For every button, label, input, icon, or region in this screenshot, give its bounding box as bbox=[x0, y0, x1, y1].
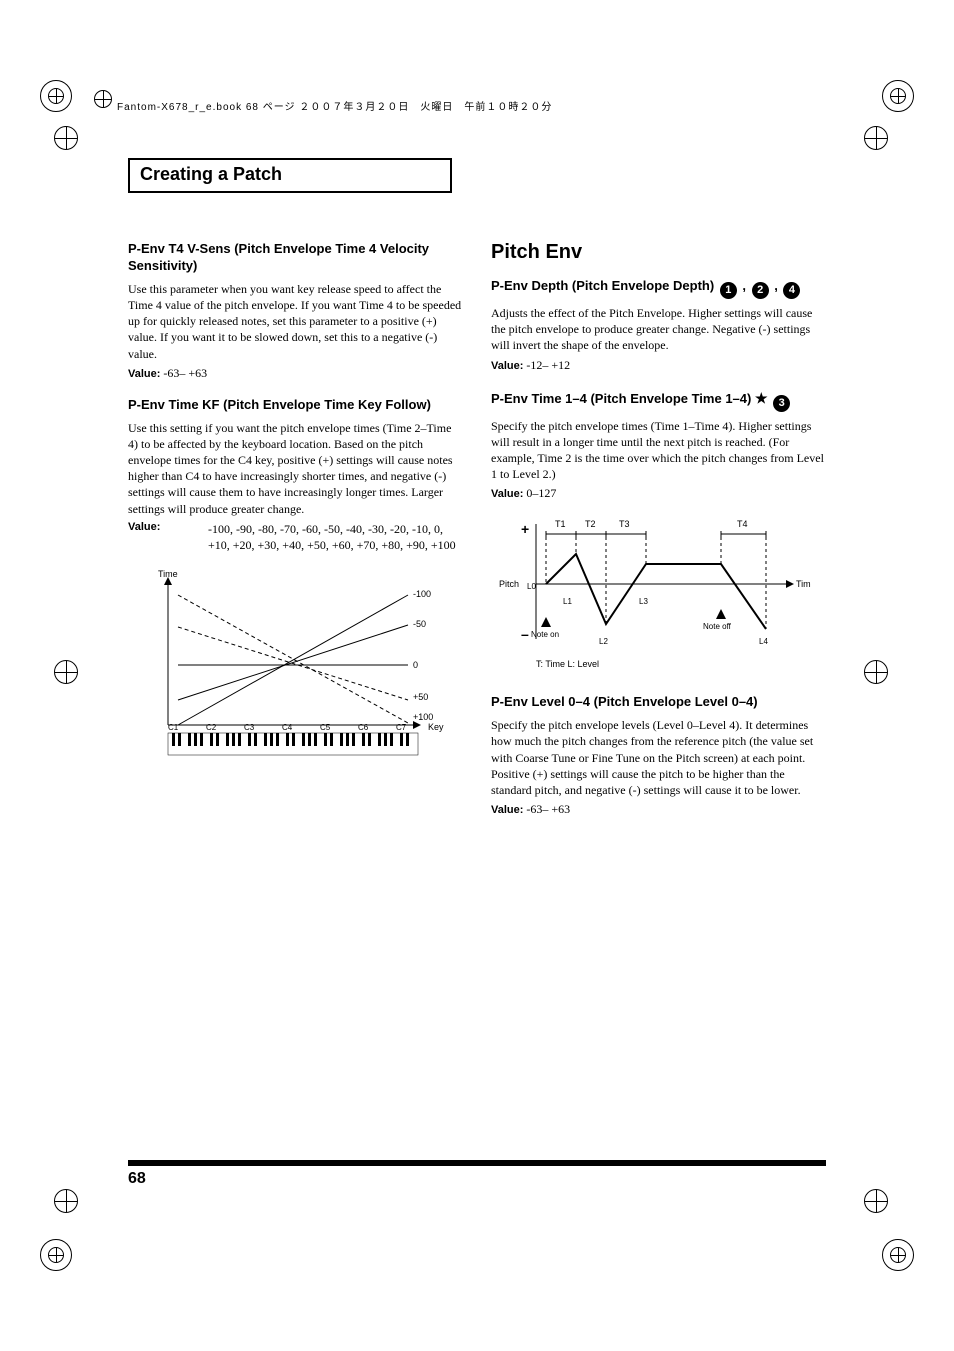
value-line: Value: -12– +12 bbox=[491, 358, 826, 373]
svg-text:T1: T1 bbox=[555, 519, 566, 529]
param-heading-penv-level: P-Env Level 0–4 (Pitch Envelope Level 0–… bbox=[491, 694, 826, 711]
svg-text:-100: -100 bbox=[413, 589, 431, 599]
body-text: Use this setting if you want the pitch e… bbox=[128, 420, 463, 517]
svg-text:Pitch: Pitch bbox=[499, 579, 519, 589]
svg-text:C5: C5 bbox=[320, 723, 331, 732]
svg-text:Time: Time bbox=[796, 579, 811, 589]
crosshair-icon bbox=[54, 126, 90, 162]
keyfollow-diagram: Time -100 -50 0 +50 +100 bbox=[128, 565, 448, 775]
registration-mark-icon bbox=[880, 78, 916, 114]
svg-text:C3: C3 bbox=[244, 723, 255, 732]
envelope-diagram: + – Pitch Time T1 T2 T bbox=[491, 509, 811, 684]
crosshair-icon bbox=[54, 1189, 90, 1225]
svg-text:+100: +100 bbox=[413, 712, 433, 722]
section-heading-pitch-env: Pitch Env bbox=[491, 241, 826, 264]
svg-text:T2: T2 bbox=[585, 519, 596, 529]
crosshair-icon bbox=[54, 660, 90, 696]
book-header-line: Fantom-X678_r_e.book 68 ページ ２００７年３月２０日 火… bbox=[117, 98, 552, 113]
param-heading-penv-t4-vsens: P-Env T4 V-Sens (Pitch Envelope Time 4 V… bbox=[128, 241, 463, 275]
circled-number-3-icon: 3 bbox=[773, 395, 790, 412]
crosshair-icon bbox=[864, 660, 900, 696]
circled-number-1-icon: 1 bbox=[720, 282, 737, 299]
registration-mark-icon bbox=[880, 1237, 916, 1273]
svg-text:L2: L2 bbox=[599, 637, 608, 646]
svg-text:–: – bbox=[521, 626, 529, 642]
page-number: 68 bbox=[128, 1160, 826, 1188]
param-heading-penv-time-kf: P-Env Time KF (Pitch Envelope Time Key F… bbox=[128, 397, 463, 414]
svg-text:+: + bbox=[521, 521, 529, 537]
svg-text:L1: L1 bbox=[563, 597, 572, 606]
value-line: Value: -100, -90, -80, -70, -60, -50, -4… bbox=[128, 521, 463, 553]
circled-number-2-icon: 2 bbox=[752, 282, 769, 299]
registration-mark-icon bbox=[38, 1237, 74, 1273]
svg-text:Key: Key bbox=[428, 722, 444, 732]
value-line: Value: -63– +63 bbox=[491, 802, 826, 817]
svg-text:L4: L4 bbox=[759, 637, 768, 646]
svg-text:C6: C6 bbox=[358, 723, 369, 732]
body-text: Adjusts the effect of the Pitch Envelope… bbox=[491, 305, 826, 354]
registration-mark-icon bbox=[38, 78, 74, 114]
crosshair-icon bbox=[864, 1189, 900, 1225]
svg-text:T4: T4 bbox=[737, 519, 748, 529]
svg-text:C2: C2 bbox=[206, 723, 217, 732]
crosshair-icon bbox=[94, 90, 112, 108]
right-column: Pitch Env P-Env Depth (Pitch Envelope De… bbox=[491, 241, 826, 833]
svg-text:+50: +50 bbox=[413, 692, 428, 702]
circled-number-4-icon: 4 bbox=[783, 282, 800, 299]
svg-text:Note off: Note off bbox=[703, 622, 732, 631]
param-heading-penv-time: P-Env Time 1–4 (Pitch Envelope Time 1–4)… bbox=[491, 389, 826, 412]
svg-text:L3: L3 bbox=[639, 597, 648, 606]
svg-text:C7: C7 bbox=[396, 723, 407, 732]
svg-text:C4: C4 bbox=[282, 723, 293, 732]
body-text: Specify the pitch envelope times (Time 1… bbox=[491, 418, 826, 483]
svg-text:0: 0 bbox=[413, 660, 418, 670]
page-title: Creating a Patch bbox=[140, 164, 282, 184]
page-title-box: Creating a Patch bbox=[128, 158, 452, 193]
svg-text:T3: T3 bbox=[619, 519, 630, 529]
star-icon: ★ bbox=[755, 390, 768, 406]
svg-text:-50: -50 bbox=[413, 619, 426, 629]
svg-text:C1: C1 bbox=[168, 723, 179, 732]
svg-text:Note on: Note on bbox=[531, 630, 559, 639]
crosshair-icon bbox=[864, 126, 900, 162]
left-column: P-Env T4 V-Sens (Pitch Envelope Time 4 V… bbox=[128, 241, 463, 833]
svg-text:L0: L0 bbox=[527, 582, 536, 591]
body-text: Use this parameter when you want key rel… bbox=[128, 281, 463, 362]
param-heading-penv-depth: P-Env Depth (Pitch Envelope Depth) 1 , 2… bbox=[491, 278, 826, 299]
svg-text:T: Time L: Level: T: Time L: Level bbox=[536, 659, 599, 669]
value-line: Value: 0–127 bbox=[491, 486, 826, 501]
body-text: Specify the pitch envelope levels (Level… bbox=[491, 717, 826, 798]
value-line: Value: -63– +63 bbox=[128, 366, 463, 381]
